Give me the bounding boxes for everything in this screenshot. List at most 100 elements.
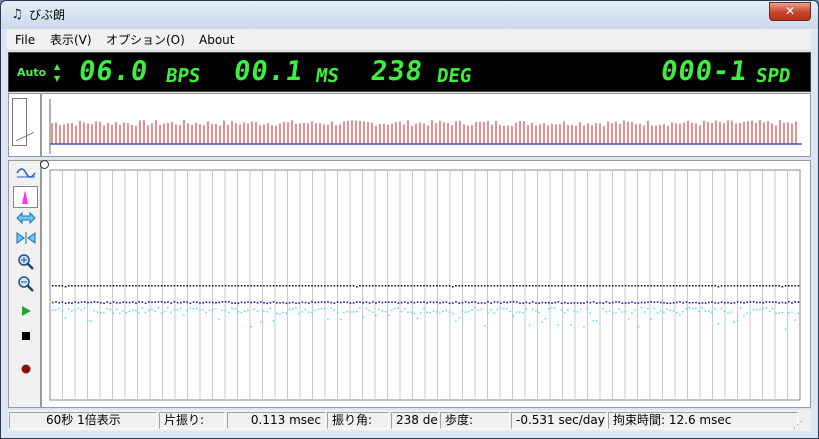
plot-dot-navy xyxy=(618,301,620,303)
plot-dot-navy xyxy=(647,301,649,304)
plot-dot-black xyxy=(512,285,515,287)
plot-dot-black xyxy=(506,285,508,287)
zoom-out-icon[interactable] xyxy=(13,274,38,296)
plot-dot-black xyxy=(288,285,291,287)
plot-dot-navy xyxy=(448,302,451,305)
plot-dot-black xyxy=(212,285,214,287)
plot-dot-black xyxy=(413,285,416,287)
plot-dot-cyan xyxy=(346,310,348,313)
status-bar: 60秒 1倍表示 片振り: 0.113 msec 振り角: 238 deg 歩度… xyxy=(8,410,811,431)
histogram-icon[interactable] xyxy=(13,186,38,208)
menu-bar: File 表示(V) オプション(O) About xyxy=(7,29,811,51)
plot-dot-black xyxy=(714,285,716,287)
mode-spinner-icon[interactable]: ▲ ▼ xyxy=(54,61,60,85)
plot-dot-cyan xyxy=(151,308,153,310)
stop-icon[interactable] xyxy=(13,327,38,349)
plot-dot-black xyxy=(477,285,480,287)
status-rate-value: -0.531 sec/day xyxy=(511,412,607,429)
close-button[interactable]: ✕ xyxy=(769,2,811,21)
plot-dot-cyan xyxy=(672,310,675,312)
plot-dot-black xyxy=(138,285,140,287)
plot-dot-black xyxy=(701,285,704,287)
plot-dot-cyan xyxy=(583,326,585,328)
plot-dot-navy xyxy=(212,301,214,304)
plot-dot-black xyxy=(135,285,137,287)
title-bar[interactable]: ♫ びぶ朗 ✕ xyxy=(1,1,818,29)
plot-dot-black xyxy=(189,285,192,287)
plot-dot-cyan xyxy=(285,312,287,314)
plot-dot-cyan xyxy=(400,310,403,313)
plot-dot-navy xyxy=(148,301,150,303)
menu-file[interactable]: File xyxy=(15,32,35,48)
plot-dot-navy xyxy=(237,302,240,304)
plot-dot-navy xyxy=(765,301,768,303)
plot-dot-black xyxy=(516,285,518,287)
plot-dot-cyan xyxy=(170,311,172,313)
menu-options[interactable]: オプション(O) xyxy=(106,32,185,48)
plot-dot-cyan xyxy=(292,308,294,310)
plot-handle[interactable] xyxy=(40,160,49,169)
plot-dot-navy xyxy=(263,301,265,304)
plot-dot-cyan xyxy=(464,311,467,314)
plot-dot-cyan xyxy=(276,312,278,315)
plot-dot-cyan xyxy=(221,309,223,312)
plot-dot-black xyxy=(596,285,598,287)
plot-dot-cyan xyxy=(730,311,732,313)
expand-icon[interactable] xyxy=(13,209,38,231)
zoom-in-icon[interactable] xyxy=(13,252,38,274)
plot-dot-black xyxy=(362,285,364,287)
plot-dot-cyan xyxy=(589,312,591,314)
plot-dot-cyan xyxy=(548,308,550,310)
plot-dot-navy xyxy=(487,301,489,303)
plot-dot-navy xyxy=(231,302,233,304)
plot-dot-black xyxy=(471,285,473,287)
plot-dot-black xyxy=(295,285,297,287)
plot-dot-black xyxy=(487,285,489,287)
plot-dot-navy xyxy=(596,302,598,304)
plot-dot-navy xyxy=(320,301,323,303)
plot-dot-cyan xyxy=(461,310,463,312)
plot-dot-navy xyxy=(314,301,316,304)
plot-dot-black xyxy=(400,285,403,287)
plot-dot-navy xyxy=(608,302,611,304)
plot-dot-navy xyxy=(250,301,252,304)
play-icon[interactable] xyxy=(13,302,38,324)
plot-dot-cyan xyxy=(375,314,377,317)
plot-dot-black xyxy=(544,285,547,287)
status-view: 60秒 1倍表示 xyxy=(9,412,157,429)
plot-dot-black xyxy=(532,285,534,287)
plot-dot-navy xyxy=(106,301,108,303)
plot-dot-black xyxy=(647,285,649,287)
plot-dot-cyan xyxy=(458,317,460,319)
plot-dot-navy xyxy=(173,301,176,303)
compress-icon[interactable] xyxy=(13,229,38,251)
wave-icon[interactable] xyxy=(13,163,38,185)
plot-dot-black xyxy=(183,285,185,287)
plot-dot-cyan xyxy=(621,311,623,313)
plot-dot-cyan xyxy=(212,309,214,311)
plot-dot-cyan xyxy=(250,326,252,328)
plot-dot-black xyxy=(564,285,566,287)
plot-dot-black xyxy=(522,285,524,287)
plot-dot-navy xyxy=(196,301,198,304)
plot-dot-cyan xyxy=(96,311,99,313)
timegrapher-plot[interactable] xyxy=(41,160,811,408)
plot-dot-cyan xyxy=(384,310,387,313)
mode-auto-label[interactable]: Auto xyxy=(17,66,46,79)
plot-dot-black xyxy=(304,285,307,287)
menu-view[interactable]: 表示(V) xyxy=(50,32,92,48)
plot-dot-black xyxy=(484,285,486,287)
record-icon[interactable] xyxy=(13,360,38,382)
plot-dot-navy xyxy=(352,302,355,304)
plot-dot-black xyxy=(180,285,182,287)
plot-dot-navy xyxy=(711,301,713,303)
plot-dot-cyan xyxy=(554,307,556,309)
plot-dot-black xyxy=(605,285,608,287)
plot-dot-black xyxy=(327,285,329,287)
plot-dot-cyan xyxy=(68,308,70,310)
plot-dot-navy xyxy=(464,301,467,303)
resize-grip-icon[interactable]: ⋰ xyxy=(793,420,805,432)
plot-dot-navy xyxy=(628,302,630,304)
spd-value: 000-1 xyxy=(658,56,750,87)
menu-about[interactable]: About xyxy=(199,32,234,48)
